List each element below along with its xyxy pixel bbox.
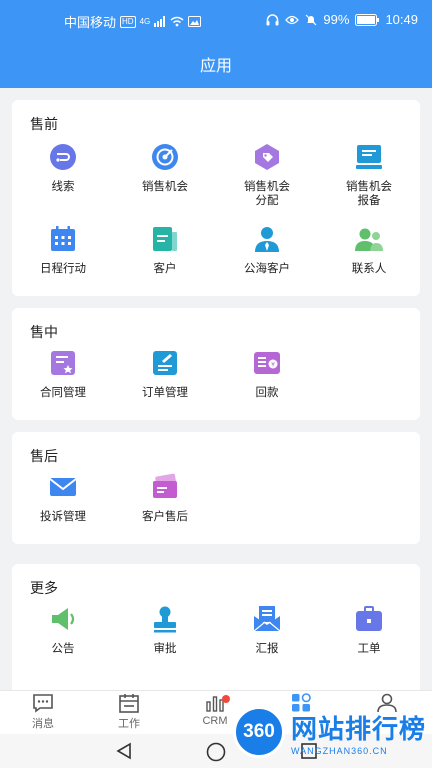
item-label: 合同管理 <box>40 387 86 399</box>
status-bar: 中国移动 HD 4G 99% 10:49 <box>0 8 432 32</box>
item-label: 订单管理 <box>142 387 188 399</box>
customer-card-icon <box>153 227 177 251</box>
mute-bell-icon <box>305 14 317 25</box>
item-label: 销售机会 分配 <box>244 181 290 207</box>
battery-percent: 99% <box>323 12 350 27</box>
envelope-icon <box>49 478 77 496</box>
app-opportunity-assign[interactable]: 销售机会 分配 <box>216 142 318 208</box>
section-title: 售前 <box>30 116 58 132</box>
leads-icon <box>50 144 76 170</box>
tab-label: 工作 <box>118 718 140 730</box>
watermark: 360 网站排行榜 WANGZHAN360.CN <box>232 706 426 758</box>
insale-section: 售中 合同管理 订单管理 ¥ 回款 <box>12 308 420 420</box>
headphones-icon <box>266 13 279 25</box>
app-work-order[interactable]: 工单 <box>318 604 420 656</box>
section-title: 售后 <box>30 448 58 464</box>
item-label: 汇报 <box>255 643 279 655</box>
app-announcement[interactable]: 公告 <box>12 604 114 656</box>
item-label: 回款 <box>255 387 279 399</box>
app-schedule[interactable]: 日程行动 <box>12 224 114 276</box>
app-customer-aftersale[interactable]: 客户售后 <box>114 472 216 524</box>
home-icon[interactable] <box>205 741 227 763</box>
eye-icon <box>285 15 300 24</box>
app-leads[interactable]: 线索 <box>12 142 114 194</box>
app-opportunity-report[interactable]: 销售机会 报备 <box>318 142 420 208</box>
battery-icon <box>355 13 380 26</box>
contract-icon <box>51 351 75 375</box>
item-label: 联系人 <box>351 263 387 275</box>
section-title: 更多 <box>30 580 58 596</box>
megaphone-icon <box>52 608 75 630</box>
clock: 10:49 <box>385 12 418 27</box>
app-report[interactable]: 汇报 <box>216 604 318 656</box>
app-complaints[interactable]: 投诉管理 <box>12 472 114 524</box>
app-header: 中国移动 HD 4G 99% 10:49 应用 <box>0 0 432 88</box>
tab-messages[interactable]: 消息 <box>0 693 86 731</box>
target-icon <box>152 144 178 170</box>
stamp-icon <box>154 606 176 633</box>
briefcase-icon <box>356 606 382 631</box>
work-calendar-icon <box>119 694 139 713</box>
message-icon <box>33 694 53 713</box>
app-contacts[interactable]: 联系人 <box>318 224 420 276</box>
tab-work[interactable]: 工作 <box>86 693 172 731</box>
item-label: 销售机会 <box>142 181 188 193</box>
tag-icon <box>255 144 279 170</box>
app-orders[interactable]: 订单管理 <box>114 348 216 400</box>
watermark-sub: WANGZHAN360.CN <box>290 745 388 756</box>
contacts-icon <box>355 228 383 251</box>
item-label: 日程行动 <box>40 263 86 275</box>
app-contracts[interactable]: 合同管理 <box>12 348 114 400</box>
signal-icon <box>154 16 166 27</box>
network-label: 4G <box>139 17 151 26</box>
notification-dot <box>222 695 230 703</box>
report-monitor-icon <box>356 145 382 169</box>
more-section: 更多 公告 审批 汇报 工单 <box>12 564 420 704</box>
item-label: 销售机会 报备 <box>346 181 392 207</box>
back-icon[interactable] <box>114 741 134 761</box>
calendar-icon <box>51 226 75 251</box>
carrier-label: 中国移动 <box>64 15 117 30</box>
svg-text:¥: ¥ <box>271 362 275 369</box>
gallery-icon <box>188 16 202 27</box>
app-public-customer[interactable]: 公海客户 <box>216 224 318 276</box>
item-label: 公海客户 <box>244 263 290 275</box>
presale-section: 售前 线索 销售机会 销售机会 分配 销售机会 报备 日程行动 客户 公海客户 … <box>12 100 420 296</box>
item-label: 客户售后 <box>142 511 188 523</box>
order-edit-icon <box>153 351 177 375</box>
person-tie-icon <box>255 227 279 252</box>
app-approval[interactable]: 审批 <box>114 604 216 656</box>
payment-icon: ¥ <box>254 352 280 374</box>
item-label: 线索 <box>51 181 75 193</box>
item-label: 工单 <box>357 643 381 655</box>
cards-icon <box>153 473 177 498</box>
aftersale-section: 售后 投诉管理 客户售后 <box>12 432 420 544</box>
item-label: 客户 <box>153 263 177 275</box>
item-label: 审批 <box>153 643 177 655</box>
app-payments[interactable]: ¥ 回款 <box>216 348 318 400</box>
wifi-icon <box>170 16 184 27</box>
watermark-text: 网站排行榜 <box>290 713 426 744</box>
item-label: 公告 <box>51 643 75 655</box>
section-title: 售中 <box>30 324 58 340</box>
item-label: 投诉管理 <box>40 511 86 523</box>
mail-report-icon <box>253 606 281 632</box>
hd-badge: HD <box>120 15 136 28</box>
page-title: 应用 <box>199 58 232 75</box>
watermark-logo: 360 <box>232 706 285 758</box>
app-customer[interactable]: 客户 <box>114 224 216 276</box>
tab-label: 消息 <box>32 718 54 730</box>
app-opportunity[interactable]: 销售机会 <box>114 142 216 194</box>
